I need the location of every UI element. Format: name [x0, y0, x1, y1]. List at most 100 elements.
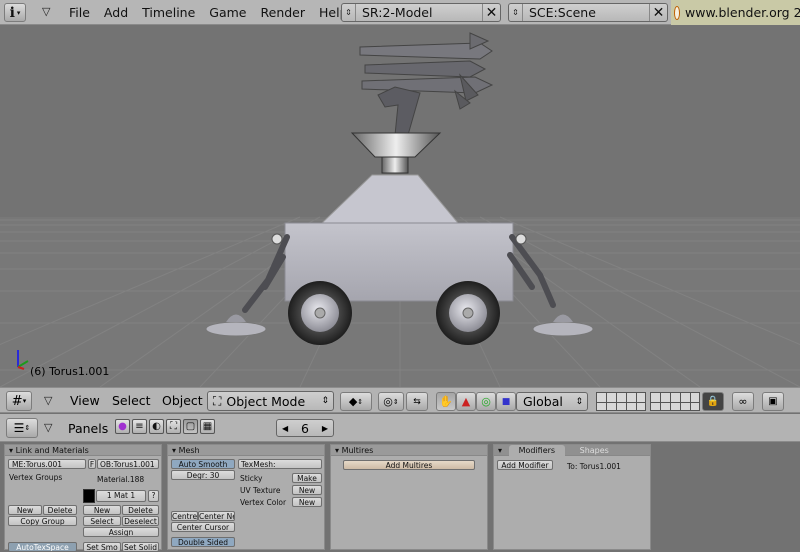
- centre-button[interactable]: Centre: [171, 511, 198, 521]
- 3d-view-header: # ▾ ▽ View Select Object ⛶ Object Mode ⇕ …: [0, 387, 800, 413]
- menu-select[interactable]: Select: [105, 393, 158, 408]
- object-icon[interactable]: ⛶: [166, 419, 181, 434]
- menu-object[interactable]: Object: [155, 393, 210, 408]
- panel-title: Multires: [341, 446, 374, 455]
- degr-field[interactable]: Degr: 30: [171, 470, 235, 480]
- sticky-label: Sticky: [240, 474, 263, 483]
- mesh-datablock-field[interactable]: ME:Torus.001: [8, 459, 86, 469]
- material-help-button[interactable]: ?: [148, 490, 159, 502]
- screen-selector[interactable]: ⇕ SR:2-Model ✕: [341, 3, 501, 22]
- sticky-make-button[interactable]: Make: [292, 473, 322, 483]
- collapse-menu-icon[interactable]: ▽: [42, 5, 50, 18]
- updown-arrows-icon[interactable]: ⇕: [509, 4, 523, 21]
- modifier-target-label: To: Torus1.001: [567, 462, 621, 471]
- scene-icon[interactable]: ▦: [200, 419, 215, 434]
- frame-value[interactable]: 6: [301, 421, 309, 436]
- mode-value[interactable]: Object Mode: [224, 394, 321, 409]
- collapse-menu-icon[interactable]: ▽: [44, 421, 52, 434]
- menu-add[interactable]: Add: [97, 5, 135, 20]
- mode-selector[interactable]: ⛶ Object Mode ⇕: [207, 391, 334, 411]
- editor-type-grid-icon[interactable]: # ▾: [6, 391, 32, 411]
- frame-prev-icon[interactable]: ◀: [282, 424, 288, 433]
- rotate-icon[interactable]: ◎: [476, 392, 496, 411]
- hand-transform-icon[interactable]: ✋: [436, 392, 456, 411]
- turret-base: [320, 174, 460, 224]
- url-text[interactable]: www.blender.org 2: [685, 5, 800, 20]
- screen-name[interactable]: SR:2-Model: [356, 5, 482, 20]
- vertex-color-new-button[interactable]: New: [292, 497, 322, 507]
- delete-vgroup-button[interactable]: Delete: [43, 505, 77, 515]
- orientation-selector[interactable]: Global ⇕: [516, 392, 588, 411]
- logic-icon[interactable]: ●: [115, 419, 130, 434]
- new-vgroup-button[interactable]: New: [8, 505, 42, 515]
- tab-modifiers[interactable]: Modifiers: [508, 445, 566, 456]
- layer-buttons-1[interactable]: [596, 392, 646, 411]
- material-color-swatch[interactable]: [83, 489, 95, 503]
- frame-field[interactable]: ◀ 6 ▶: [276, 419, 334, 437]
- translate-icon[interactable]: ▲: [456, 392, 476, 411]
- assign-material-button[interactable]: Assign: [83, 527, 159, 537]
- menu-file[interactable]: File: [62, 5, 97, 20]
- add-modifier-button[interactable]: Add Modifier: [497, 460, 553, 470]
- scene-name[interactable]: SCE:Scene: [523, 5, 649, 20]
- panels-label[interactable]: Panels: [68, 421, 108, 436]
- 3d-viewport[interactable]: (6) Torus1.001: [0, 25, 800, 387]
- top-menu-bar: i ▾ ▽ File Add Timeline Game Render Help …: [0, 0, 800, 25]
- new-material-button[interactable]: New: [83, 505, 121, 515]
- context-buttons: ● ≡ ◐ ⛶ ▢ ▦: [115, 419, 215, 434]
- close-icon[interactable]: ✕: [482, 4, 500, 21]
- auto-smooth-button[interactable]: Auto Smooth: [171, 459, 235, 469]
- panel-header[interactable]: ▾ Multires: [331, 445, 487, 456]
- frame-next-icon[interactable]: ▶: [322, 424, 328, 433]
- shading-icon[interactable]: ◐: [149, 419, 164, 434]
- scene-selector[interactable]: ⇕ SCE:Scene ✕: [508, 3, 668, 22]
- editing-icon[interactable]: ▢: [183, 419, 198, 434]
- material-name: Material.188: [97, 475, 145, 484]
- link-icon[interactable]: ∞: [732, 392, 754, 411]
- orientation-value[interactable]: Global: [517, 394, 575, 409]
- panel-multires: ▾ Multires Add Multires: [330, 444, 488, 550]
- copy-group-button[interactable]: Copy Group: [8, 516, 77, 526]
- menu-render[interactable]: Render: [254, 5, 313, 20]
- panel-header[interactable]: ▾ Mesh: [168, 445, 324, 456]
- double-sided-button[interactable]: Double Sided: [171, 537, 235, 547]
- script-icon[interactable]: ≡: [132, 419, 147, 434]
- updown-arrows-icon[interactable]: ⇕: [321, 396, 333, 406]
- center-cursor-button[interactable]: Center Cursor: [171, 522, 235, 532]
- pivot-lock-icon[interactable]: ⇆: [406, 392, 428, 411]
- tab-shapes[interactable]: Shapes: [568, 445, 621, 456]
- info-icon[interactable]: i ▾: [4, 3, 26, 22]
- material-slot-field[interactable]: 1 Mat 1: [96, 490, 146, 502]
- pivot-icon[interactable]: ◎ ⇕: [378, 392, 404, 411]
- delete-material-button[interactable]: Delete: [122, 505, 159, 515]
- rocket-launcher: [359, 32, 494, 136]
- blender-url[interactable]: www.blender.org 2: [671, 0, 800, 25]
- select-material-button[interactable]: Select: [83, 516, 121, 526]
- deselect-material-button[interactable]: Deselect: [122, 516, 159, 526]
- draw-type-icon[interactable]: ◆ ⇕: [340, 392, 372, 411]
- collapse-menu-icon[interactable]: ▽: [44, 394, 52, 407]
- add-multires-button[interactable]: Add Multires: [343, 460, 475, 470]
- close-icon[interactable]: ✕: [649, 4, 667, 21]
- menu-game[interactable]: Game: [202, 5, 253, 20]
- object-datablock-field[interactable]: OB:Torus1.001: [97, 459, 159, 469]
- set-smooth-button[interactable]: Set Smo: [83, 542, 121, 552]
- panel-header[interactable]: ▾ Link and Materials: [5, 445, 161, 456]
- center-new-button[interactable]: Center Ne: [198, 511, 235, 521]
- lock-icon[interactable]: 🔒: [702, 392, 724, 411]
- updown-arrows-icon[interactable]: ⇕: [342, 4, 356, 21]
- render-image-icon[interactable]: ▣: [762, 392, 784, 411]
- texmesh-field[interactable]: TexMesh:: [238, 459, 322, 469]
- autotexspace-button[interactable]: AutoTexSpace: [8, 542, 77, 552]
- menu-view[interactable]: View: [63, 393, 107, 408]
- layer-buttons-2[interactable]: [650, 392, 700, 411]
- scale-icon[interactable]: ■: [496, 392, 516, 411]
- editor-type-buttons-icon[interactable]: ☰ ⇕: [6, 418, 38, 438]
- menu-timeline[interactable]: Timeline: [135, 5, 202, 20]
- fake-user-button[interactable]: F: [88, 459, 96, 469]
- main-menu: File Add Timeline Game Render Help: [62, 0, 355, 25]
- updown-arrows-icon[interactable]: ⇕: [575, 397, 587, 407]
- buttons-header: ☰ ⇕ ▽ Panels ● ≡ ◐ ⛶ ▢ ▦ ◀ 6 ▶: [0, 414, 800, 442]
- set-solid-button[interactable]: Set Solid: [122, 542, 159, 552]
- uv-new-button[interactable]: New: [292, 485, 322, 495]
